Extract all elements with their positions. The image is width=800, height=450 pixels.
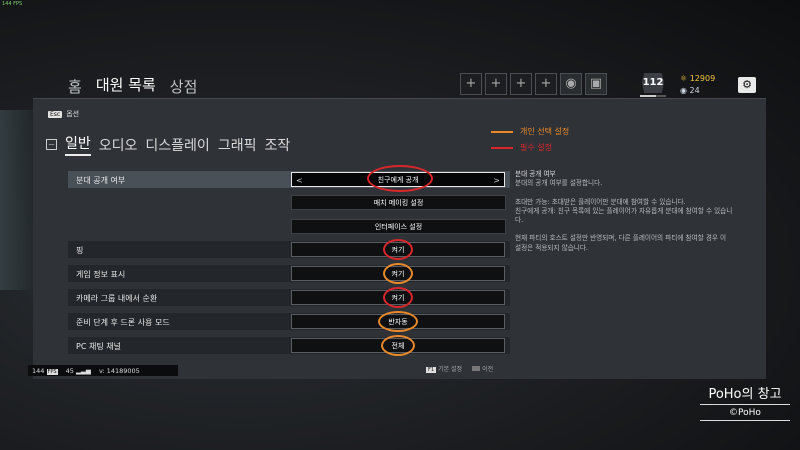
setting-label: 카메라 그룹 내에서 순환 [76, 294, 158, 303]
description-line [515, 189, 733, 198]
orange-line [491, 130, 513, 133]
tab-audio[interactable]: 오디오 [99, 135, 138, 155]
setting-drone-mode[interactable]: 준비 단계 후 드론 사용 모드 반자동 [68, 313, 510, 330]
setting-pc-chat[interactable]: PC 채팅 채널 전체 [68, 337, 510, 354]
tab-controls[interactable]: 조작 [264, 135, 290, 155]
setting-label: 분대 공개 여부 [76, 176, 126, 185]
prev-tab-icon[interactable]: — [46, 139, 57, 150]
invite-slot-1[interactable]: + [460, 73, 482, 95]
legend-required-label: 필수 설정 [520, 143, 552, 152]
matchmaking-settings-button[interactable]: 매치 메이킹 설정 [291, 195, 506, 210]
watermark-divider [700, 404, 790, 405]
watermark-divider [700, 420, 790, 421]
back-key-icon [472, 366, 481, 371]
legend-required: 필수 설정 [491, 142, 552, 153]
back-button[interactable]: Esc 옵션 [48, 109, 79, 119]
status-bar: 144 FPS 45 ▂▃▅ v: 14189005 [28, 365, 178, 376]
reset-defaults-hint[interactable]: F1 기본 설정 [426, 364, 462, 373]
chevron-left-icon[interactable]: < [296, 173, 303, 188]
setting-camera-cycle[interactable]: 카메라 그룹 내에서 순환 켜기 [68, 289, 510, 306]
watermark-author: ©PoHo [729, 408, 761, 418]
chevron-right-icon[interactable]: > [493, 173, 500, 188]
f1-key: F1 [426, 367, 437, 373]
setting-game-info[interactable]: 게임 정보 표시 켜기 [68, 265, 510, 282]
signal-icon: ▂▃▅ [75, 366, 91, 375]
setting-label: 핑 [76, 246, 84, 255]
setting-label: PC 채팅 채널 [76, 342, 121, 351]
tab-operators[interactable]: 대원 목록 [95, 74, 156, 101]
legend-personal-label: 개인 선택 설정 [520, 127, 570, 136]
tab-general[interactable]: 일반 [65, 133, 91, 156]
back-hint-label: 이전 [482, 366, 494, 373]
legend-personal: 개인 선택 설정 [491, 126, 569, 137]
red-line [491, 146, 513, 149]
tab-display[interactable]: 디스플레이 [145, 135, 209, 155]
version: v: 14189005 [98, 366, 140, 375]
invite-slot-3[interactable]: + [510, 73, 532, 95]
fps-value: 144 [32, 366, 45, 375]
status-fps: 144 FPS [32, 367, 58, 375]
setting-ping[interactable]: 핑 켜기 [68, 241, 510, 258]
top-nav: 홈 대원 목록 상점 [68, 74, 197, 101]
level-progress-fill [640, 95, 656, 97]
credits: ⚛ 12909 [680, 74, 715, 83]
pc-chat-value[interactable]: 전체 [291, 338, 505, 353]
setting-label: 준비 단계 후 드론 사용 모드 [76, 318, 170, 327]
camera-cycle-value[interactable]: 켜기 [291, 290, 505, 305]
game-info-value[interactable]: 켜기 [291, 266, 505, 281]
setting-description: 분대 공개 여부 분대의 공개 여부를 설정합니다. 초대만 가능: 초대받은 … [515, 170, 733, 253]
invite-slot-2[interactable]: + [485, 73, 507, 95]
back-label: 옵션 [66, 110, 80, 118]
footer-hints: F1 기본 설정 이전 [426, 364, 493, 373]
back-hint[interactable]: 이전 [472, 364, 493, 373]
tab-graphics[interactable]: 그래픽 [218, 135, 257, 155]
squad-slots: + + + + ◉ ▣ [460, 73, 607, 95]
squad-visibility-value: 친구에게 공개 [377, 176, 419, 184]
level-progress-bar [640, 95, 666, 97]
credits-icon: ⚛ [680, 74, 690, 83]
watermark-title: PoHo의 창고 [708, 387, 782, 402]
description-line: 현재 파티의 호스트 설정만 반영되며, 다른 플레이어의 파티에 참여할 경우… [515, 234, 727, 252]
options-tabs: — 일반 오디오 디스플레이 그래픽 조작 [46, 133, 290, 156]
player-level: 112 [642, 73, 664, 93]
ping-value[interactable]: 켜기 [291, 242, 505, 257]
gear-icon[interactable]: ⚙ [738, 77, 756, 93]
esc-key: Esc [48, 110, 63, 118]
renown-icon: ◉ [680, 86, 690, 95]
renown: ◉ 24 [680, 86, 700, 95]
ping-ms: 45 [65, 366, 74, 375]
setting-squad-visibility[interactable]: 분대 공개 여부 < 친구에게 공개 > [68, 171, 510, 188]
invite-slot-4[interactable]: + [535, 73, 557, 95]
description-line: 초대만 가능: 초대받은 플레이어만 분대에 참여할 수 있습니다. [515, 197, 686, 206]
description-line: 친구에게 공개: 친구 목록에 있는 플레이어가 자유롭게 분대에 참여할 수 … [515, 206, 733, 225]
camera-icon[interactable]: ◉ [560, 73, 582, 95]
operator-badge-icon[interactable]: ▣ [585, 73, 607, 95]
description-title: 분대 공개 여부 [515, 170, 556, 178]
drone-mode-value[interactable]: 반자동 [291, 314, 505, 329]
squad-visibility-selector[interactable]: < 친구에게 공개 > [291, 172, 505, 187]
renown-value: 24 [689, 86, 700, 95]
fps-badge: FPS [46, 368, 58, 375]
fps-counter: 144 FPS [2, 1, 23, 7]
description-line: 분대의 공개 여부를 설정합니다. [515, 179, 603, 188]
watermark: PoHo의 창고 ©PoHo [700, 383, 790, 423]
reset-defaults-label: 기본 설정 [438, 366, 463, 373]
interface-settings-button[interactable]: 인터페이스 설정 [291, 219, 506, 234]
status-ping: 45 ▂▃▅ [66, 367, 91, 375]
setting-label: 게임 정보 표시 [76, 270, 126, 279]
credits-value: 12909 [689, 74, 716, 83]
